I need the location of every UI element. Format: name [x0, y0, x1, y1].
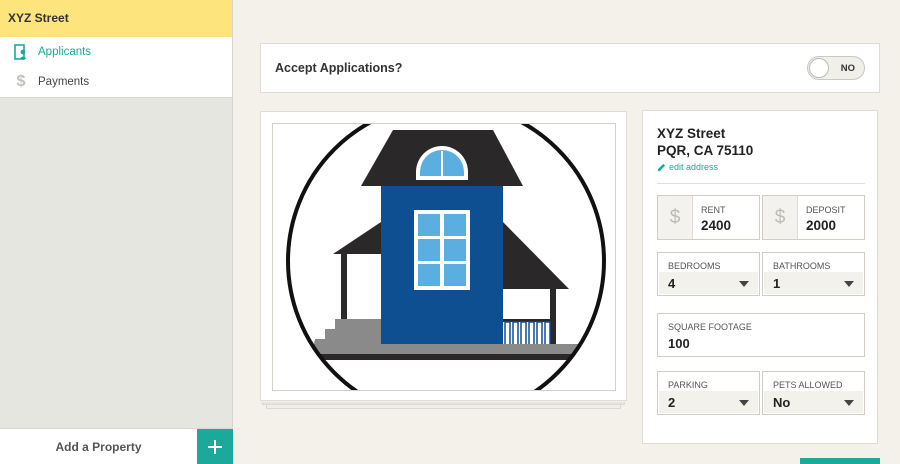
image-stack-shadow — [266, 405, 621, 409]
add-property-button[interactable] — [197, 429, 233, 464]
parking-value: 2 — [668, 395, 676, 410]
accept-applications-toggle[interactable]: NO — [807, 56, 865, 80]
bathrooms-value: 1 — [773, 276, 781, 291]
rent-label: RENT — [701, 205, 726, 215]
square-footage-label: SQUARE FOOTAGE — [668, 322, 752, 332]
address-line-1: XYZ Street — [657, 126, 726, 141]
chevron-down-icon — [844, 400, 854, 406]
divider — [657, 183, 865, 184]
square-footage-field[interactable]: SQUARE FOOTAGE 100 — [657, 313, 865, 357]
bathrooms-dropdown[interactable]: 1 — [764, 272, 863, 294]
toggle-knob — [809, 58, 829, 78]
bedrooms-select[interactable]: BEDROOMS 4 — [657, 252, 760, 296]
sidebar: XYZ Street Applicants $ Payments Add a P… — [0, 0, 233, 464]
parking-select[interactable]: PARKING 2 — [657, 371, 760, 415]
parking-label: PARKING — [668, 380, 708, 390]
deposit-value: 2000 — [806, 218, 837, 233]
house-illustration — [286, 124, 606, 390]
pencil-icon — [657, 163, 666, 171]
property-title[interactable]: XYZ Street — [0, 0, 232, 37]
sidebar-footer: Add a Property — [0, 428, 233, 464]
rent-field[interactable]: $ RENT 2400 — [657, 195, 760, 240]
rent-value: 2400 — [701, 218, 732, 233]
applicants-icon — [12, 43, 30, 61]
property-info-panel: XYZ Street PQR, CA 75110 edit address $ … — [642, 110, 878, 444]
accept-applications-bar: Accept Applications? NO — [260, 43, 880, 93]
address-line-2: PQR, CA 75110 — [657, 143, 754, 158]
chevron-down-icon — [739, 281, 749, 287]
pets-allowed-dropdown[interactable]: No — [764, 391, 863, 413]
sidebar-menu: Applicants $ Payments — [0, 37, 232, 98]
bathrooms-label: BATHROOMS — [773, 261, 831, 271]
save-button-partial[interactable] — [800, 458, 880, 464]
property-image — [272, 123, 616, 391]
sidebar-item-applicants[interactable]: Applicants — [0, 37, 232, 67]
chevron-down-icon — [739, 400, 749, 406]
plus-icon — [208, 440, 222, 454]
deposit-label: DEPOSIT — [806, 205, 846, 215]
dollar-icon: $ — [658, 196, 693, 239]
chevron-down-icon — [844, 281, 854, 287]
sidebar-item-payments[interactable]: $ Payments — [0, 67, 232, 97]
square-footage-value: 100 — [668, 336, 690, 351]
edit-address-link[interactable]: edit address — [657, 162, 718, 172]
pets-allowed-label: PETS ALLOWED — [773, 380, 843, 390]
pets-allowed-select[interactable]: PETS ALLOWED No — [762, 371, 865, 415]
accept-applications-label: Accept Applications? — [275, 61, 403, 75]
sidebar-item-label: Payments — [38, 76, 90, 88]
sidebar-item-label: Applicants — [38, 46, 92, 58]
bedrooms-label: BEDROOMS — [668, 261, 721, 271]
dollar-icon: $ — [763, 196, 798, 239]
deposit-field[interactable]: $ DEPOSIT 2000 — [762, 195, 865, 240]
bedrooms-value: 4 — [668, 276, 676, 291]
bathrooms-select[interactable]: BATHROOMS 1 — [762, 252, 865, 296]
parking-dropdown[interactable]: 2 — [659, 391, 758, 413]
toggle-state: NO — [840, 63, 855, 74]
dollar-icon: $ — [16, 73, 26, 90]
pets-allowed-value: No — [773, 395, 791, 410]
edit-address-label: edit address — [669, 162, 719, 172]
property-image-card[interactable] — [260, 111, 627, 401]
add-property-label[interactable]: Add a Property — [0, 429, 197, 464]
bedrooms-dropdown[interactable]: 4 — [659, 272, 758, 294]
